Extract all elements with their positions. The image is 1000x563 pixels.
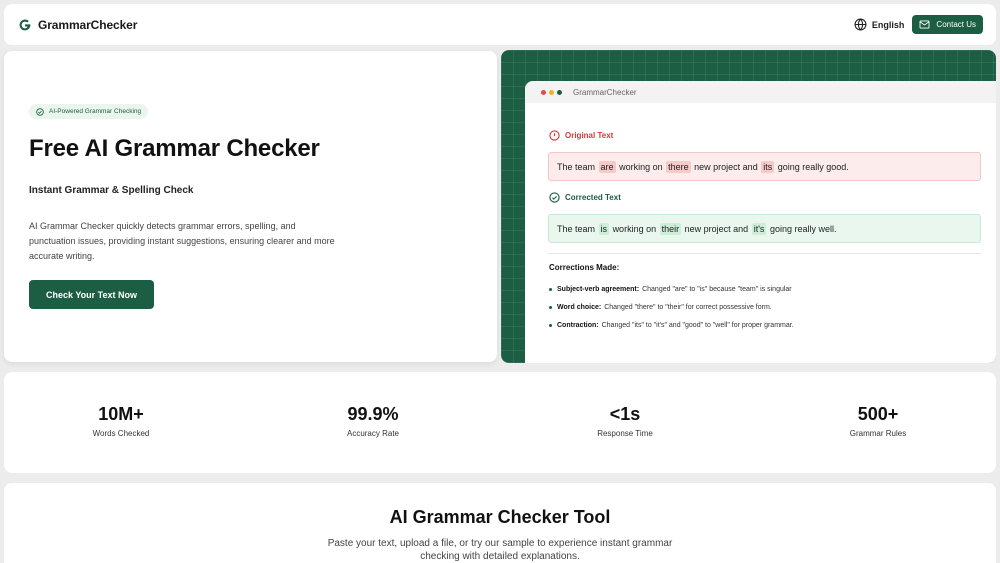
correction-item-title: Subject-verb agreement: [557,285,640,293]
mail-icon [919,20,930,29]
stat-value: 10M+ [98,404,144,424]
original-text-segment: new project and [694,161,758,172]
stat-label: Response Time [597,429,653,438]
stats-section: 10M+ Words Checked 99.9% Accuracy Rate <… [4,372,996,473]
divider [548,253,981,254]
alert-circle-icon [549,130,560,141]
stat-value: <1s [609,404,641,424]
window-bar: GrammarChecker [525,81,996,103]
error-highlight: are [598,160,616,173]
demo-panel: GrammarChecker Original Text The team ar… [501,50,996,363]
correction-item: Subject-verb agreement: Changed "are" to… [549,280,794,298]
correction-item-title: Contraction: [557,321,599,329]
stat-words-checked: 10M+ Words Checked [21,404,221,438]
brand[interactable]: GrammarChecker [18,18,137,32]
brand-name: GrammarChecker [38,17,138,32]
original-text-segment: going really good. [777,161,849,172]
bullet [549,287,552,291]
window-dot-red [541,89,546,95]
hero-badge: AI-Powered Grammar Checking [29,104,149,119]
window-dot-yellow [549,89,554,95]
hero-subtitle: Instant Grammar & Spelling Check [29,185,194,196]
bullet [549,323,552,327]
corrected-text-segment: The team [557,223,596,234]
stat-label: Accuracy Rate [346,429,400,438]
stat-label: Grammar Rules [849,429,907,438]
stat-label: Words Checked [92,429,150,438]
original-text-segment: The team [557,161,596,172]
contact-us-button[interactable]: Contact Us [912,15,983,34]
original-text-box: The team are working on there new projec… [548,152,981,181]
correction-item-text: Changed "its" to "it's" and "good" to "w… [601,321,794,329]
corrected-text-box: The team is working on their new project… [548,214,981,243]
tool-section: AI Grammar Checker Tool Paste your text,… [4,483,996,563]
correction-item-text: Changed "there" to "their" for correct p… [604,303,772,311]
error-highlight: there [666,160,691,173]
hero-title: Free AI Grammar Checker [29,135,320,162]
check-circle-icon [36,107,44,116]
correction-highlight: it's [751,222,767,235]
navbar: GrammarChecker English Contact Us [4,4,996,45]
tool-description: Paste your text, upload a file, or try o… [327,538,673,562]
corrected-text-label: Corrected Text [549,192,621,203]
original-text-segment: working on [619,161,663,172]
nav-actions: English Contact Us [854,15,983,34]
corrected-text-segment: working on [612,223,657,234]
corrected-text-segment: new project and [684,223,749,234]
stat-accuracy-rate: 99.9% Accuracy Rate [273,404,473,438]
correction-highlight: their [659,222,682,235]
hero-section: AI-Powered Grammar Checking Free AI Gram… [4,51,497,362]
corrections-title: Corrections Made: [549,263,620,272]
corrected-text-segment: going really well. [769,223,837,234]
globe-icon [854,18,867,31]
error-highlight: its [761,160,775,173]
correction-highlight: is [598,222,610,235]
corrected-text-label-text: Corrected Text [565,193,621,202]
bullet [549,305,552,309]
original-text-label: Original Text [549,130,613,141]
correction-item: Word choice: Changed "there" to "their" … [549,298,794,316]
hero-badge-label: AI-Powered Grammar Checking [49,108,142,115]
language-selector[interactable]: English [854,18,905,31]
stat-response-time: <1s Response Time [525,404,725,438]
corrections-list: Subject-verb agreement: Changed "are" to… [549,280,794,334]
contact-us-label: Contact Us [936,20,976,29]
g-logo-icon [19,19,31,30]
correction-item: Contraction: Changed "its" to "it's" and… [549,316,794,334]
hero-description: AI Grammar Checker quickly detects gramm… [29,221,335,261]
correction-item-title: Word choice: [557,303,602,311]
stat-grammar-rules: 500+ Grammar Rules [778,404,978,438]
language-label: English [871,19,905,30]
window-dot-green [557,89,562,95]
check-text-button[interactable]: Check Your Text Now [29,280,154,309]
stat-value: 500+ [857,404,899,424]
demo-window: GrammarChecker Original Text The team ar… [525,81,996,363]
window-title: GrammarChecker [573,87,637,97]
check-circle-icon [549,192,560,203]
correction-item-text: Changed "are" to "is" because "team" is … [642,285,792,293]
tool-title: AI Grammar Checker Tool [389,507,611,527]
original-text-label-text: Original Text [565,131,614,140]
stat-value: 99.9% [347,404,399,424]
